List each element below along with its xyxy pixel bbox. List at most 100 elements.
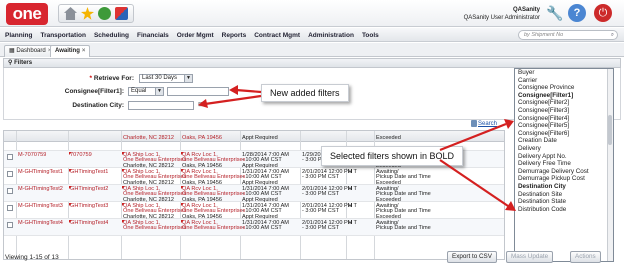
user-info: QASanity QASanity User Administrator bbox=[464, 6, 540, 22]
reference-link[interactable]: GHTimingTest4 bbox=[70, 220, 108, 226]
filter-field-option[interactable]: Destination Site bbox=[515, 191, 613, 199]
list-scrollbar[interactable] bbox=[607, 69, 613, 261]
filter-field-option[interactable]: Carrier bbox=[515, 77, 613, 85]
shipment-id-link[interactable]: M-GHTimingTest1 bbox=[18, 169, 63, 175]
row-checkbox[interactable] bbox=[7, 222, 13, 228]
delivery-window-line: - 3:00 PM CST bbox=[302, 208, 339, 215]
row-checkbox[interactable] bbox=[7, 188, 13, 194]
shipment-search-input[interactable]: by Shipment No ⌕ bbox=[518, 30, 618, 40]
shipment-id-link[interactable]: M-GHTimingTest3 bbox=[18, 203, 63, 209]
retrieve-select[interactable]: Last 30 Days ▼ bbox=[139, 74, 193, 83]
filter-field-option[interactable]: Destination State bbox=[515, 198, 613, 206]
actions-button[interactable]: Actions bbox=[570, 251, 601, 263]
shipment-id-link[interactable]: M-GHTimingTest4 bbox=[18, 220, 63, 226]
origin-line[interactable]: Charlotte, NC 28212 bbox=[123, 135, 174, 141]
filters-header[interactable]: ⚲ Filters bbox=[3, 58, 621, 68]
filter-field-option[interactable]: Creation Date bbox=[515, 137, 613, 145]
filter-field-option[interactable]: Delivery bbox=[515, 145, 613, 153]
filter-field-option[interactable]: Consignee[Filter3] bbox=[515, 107, 613, 115]
destination-label: Destination City: bbox=[72, 102, 124, 109]
nav-item-administration[interactable]: Administration bbox=[308, 32, 354, 39]
logout-power-icon[interactable]: ⏻ bbox=[594, 4, 612, 22]
filter-field-list[interactable]: Buyer Carrier Consignee Province Consignee[… bbox=[514, 68, 614, 262]
shipment-id-link[interactable]: M-GHTimingTest2 bbox=[18, 186, 63, 192]
nav-item-tools[interactable]: Tools bbox=[362, 32, 379, 39]
app-logo[interactable]: one bbox=[6, 3, 48, 25]
edit-flag-icon bbox=[181, 152, 184, 155]
user-role: QASanity User Administrator bbox=[463, 15, 540, 21]
mode-cell: H T bbox=[348, 169, 357, 175]
table-row[interactable]: M-GHTimingTest4 GHTimingTest4 QA Ship Loc … bbox=[4, 219, 504, 236]
destination-line[interactable]: Oaks, PA 19456 bbox=[182, 135, 222, 141]
mass-update-button[interactable]: Mass Update bbox=[506, 251, 554, 263]
close-icon[interactable]: × bbox=[82, 48, 86, 54]
edit-flag-icon bbox=[181, 169, 184, 172]
table-row[interactable]: M-GHTimingTest2 GHTimingTest2 QA Ship Loc … bbox=[4, 185, 504, 203]
filter-field-option[interactable]: Consignee[Filter6] bbox=[515, 130, 613, 138]
filter-field-option[interactable]: Consignee Province bbox=[515, 84, 613, 92]
destination-city-input[interactable] bbox=[128, 101, 194, 110]
filter-field-option[interactable]: Buyer bbox=[515, 69, 613, 77]
nav-item-scheduling[interactable]: Scheduling bbox=[94, 32, 129, 39]
filter-field-option[interactable]: Delivery Free Time bbox=[515, 160, 613, 168]
filter-field-option[interactable]: Consignee[Filter2] bbox=[515, 99, 613, 107]
shipment-id-link[interactable]: M-7070759 bbox=[18, 152, 46, 158]
nav-item-planning[interactable]: Planning bbox=[5, 32, 32, 39]
edit-flag-icon bbox=[181, 203, 184, 206]
favorites-star-icon[interactable] bbox=[81, 7, 94, 20]
nav-item-order-mgmt[interactable]: Order Mgmt bbox=[177, 32, 214, 39]
row-checkbox[interactable] bbox=[7, 205, 13, 211]
nav-item-contract-mgmt[interactable]: Contract Mgmt bbox=[254, 32, 300, 39]
table-row[interactable]: M-GHTimingTest1 GHTimingTest1 QA Ship Loc … bbox=[4, 168, 504, 186]
reference-link[interactable]: GHTimingTest1 bbox=[70, 169, 108, 175]
table-row[interactable]: M-GHTimingTest3 GHTimingTest3 QA Ship Loc … bbox=[4, 202, 504, 220]
clear-icon[interactable]: ⊠ bbox=[198, 101, 203, 108]
filter-field-option[interactable]: Consignee[Filter4] bbox=[515, 115, 613, 123]
help-icon[interactable]: ? bbox=[568, 4, 586, 22]
reference-link[interactable]: GHTimingTest3 bbox=[70, 203, 108, 209]
search-icon[interactable] bbox=[471, 120, 477, 127]
retrieve-value: Last 30 Days bbox=[142, 75, 178, 81]
reference-link[interactable]: 7070759 bbox=[70, 152, 92, 158]
filter-field-option[interactable]: Demurrage Pickup Cost bbox=[515, 175, 613, 183]
filter-field-option[interactable]: Consignee[Filter1] bbox=[515, 92, 613, 100]
filter-field-option[interactable]: Destination City bbox=[515, 183, 613, 191]
tab-awaiting[interactable]: Awaiting × bbox=[50, 45, 91, 57]
pickup-appt-line: - 10:00 AM CST bbox=[242, 225, 282, 232]
mode-cell: H T bbox=[348, 186, 357, 192]
search-icon[interactable]: ⌕ bbox=[611, 31, 614, 39]
tools-wrench-icon[interactable]: 🔧 bbox=[546, 5, 564, 21]
nav-item-transportation[interactable]: Transportation bbox=[40, 32, 86, 39]
filters-title: Filters bbox=[14, 60, 33, 66]
filter-field-option[interactable]: Consignee[Filter5] bbox=[515, 122, 613, 130]
row-checkbox[interactable] bbox=[7, 171, 13, 177]
consignee-value-input[interactable] bbox=[167, 87, 229, 96]
destination-line[interactable]: One Beliveau Enterprises bbox=[182, 225, 245, 231]
edit-flag-icon bbox=[122, 203, 125, 206]
tab-dashboard[interactable]: ▦ Dashboard× bbox=[4, 45, 57, 57]
consignee-operator-select[interactable]: Equal ▼ bbox=[128, 87, 164, 96]
refresh-icon[interactable] bbox=[98, 7, 111, 20]
search-link[interactable]: Search bbox=[478, 121, 497, 127]
export-csv-button[interactable]: Export to CSV bbox=[447, 251, 497, 263]
filter-field-option[interactable]: Delivery Appt No. bbox=[515, 153, 613, 161]
tab-dashboard-label: Dashboard bbox=[16, 48, 46, 54]
clear-icon[interactable]: ⊠ bbox=[233, 87, 238, 94]
filter-field-option[interactable]: Demurrage Delivery Cost bbox=[515, 168, 613, 176]
filter-field-option[interactable]: Distribution Code bbox=[515, 206, 613, 214]
user-name: QASanity bbox=[512, 7, 540, 13]
reference-link[interactable]: GHTimingTest2 bbox=[70, 186, 108, 192]
consignee-label: Consignee[Filter1]: bbox=[64, 88, 124, 95]
scrollbar-thumb[interactable] bbox=[608, 115, 612, 145]
nav-item-reports[interactable]: Reports bbox=[222, 32, 247, 39]
shipment-search-placeholder: by Shipment No bbox=[524, 32, 564, 38]
edit-flag-icon bbox=[181, 186, 184, 189]
row-checkbox[interactable] bbox=[7, 154, 13, 160]
documents-icon[interactable] bbox=[115, 7, 128, 20]
edit-flag-icon bbox=[69, 186, 72, 189]
nav-item-financials[interactable]: Financials bbox=[137, 32, 169, 39]
origin-line[interactable]: One Beliveau Enterprises bbox=[123, 225, 186, 231]
tab-strip: ▦ Dashboard× Awaiting× bbox=[0, 43, 624, 57]
home-icon[interactable] bbox=[64, 7, 77, 20]
status-line: Pickup Date and Time bbox=[376, 225, 431, 232]
